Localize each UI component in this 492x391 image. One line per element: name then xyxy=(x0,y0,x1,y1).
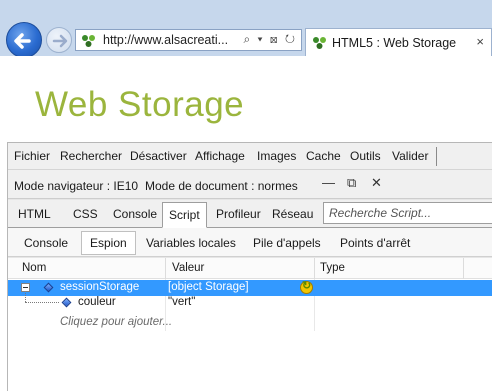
address-bar[interactable]: http://www.alsacreati... ⌕ ▾ ⊠ ↻ xyxy=(75,29,302,51)
developer-tools-panel: Fichier Rechercher Désactiver Affichage … xyxy=(7,142,492,391)
document-mode-dropdown[interactable]: Mode de document : normes xyxy=(145,179,298,193)
devtools-mode-bar: Mode navigateur : IE10 Mode de document … xyxy=(8,170,492,199)
close-icon[interactable]: ✕ xyxy=(371,175,382,191)
column-divider[interactable] xyxy=(314,258,315,279)
menu-fichier[interactable]: Fichier xyxy=(14,149,50,163)
menu-valider[interactable]: Valider xyxy=(392,149,428,163)
add-watch-prompt[interactable]: Cliquez pour ajouter... xyxy=(60,316,172,328)
watch-row-couleur[interactable]: couleur "vert" xyxy=(8,295,492,311)
watch-row-sessionstorage[interactable]: sessionStorage [object Storage] xyxy=(8,279,492,296)
arrow-left-icon xyxy=(14,33,31,49)
tab-title: HTML5 : Web Storage xyxy=(332,36,457,50)
browser-toolbar: http://www.alsacreati... ⌕ ▾ ⊠ ↻ HTML5 :… xyxy=(0,0,492,58)
menu-outils[interactable]: Outils xyxy=(350,149,381,163)
grid-header: Nom Valeur Type xyxy=(8,258,492,279)
column-header-type[interactable]: Type xyxy=(320,262,345,274)
column-header-valeur[interactable]: Valeur xyxy=(172,262,204,274)
devtools-tabs: HTML CSS Console Script Profileur Réseau… xyxy=(8,200,492,228)
subtab-espion[interactable]: Espion xyxy=(81,231,136,255)
menu-rechercher[interactable]: Rechercher xyxy=(60,149,122,163)
watch-value: "vert" xyxy=(168,296,196,308)
subtab-points-arret[interactable]: Points d'arrêt xyxy=(340,236,410,250)
property-icon xyxy=(61,297,72,308)
tab-script[interactable]: Script xyxy=(162,202,207,228)
address-url: http://www.alsacreati... xyxy=(103,33,229,47)
script-subtabs: Console Espion Variables locales Pile d'… xyxy=(8,228,492,257)
menu-cache[interactable]: Cache xyxy=(306,149,341,163)
script-search-input[interactable]: Recherche Script... xyxy=(323,202,492,224)
tab-reseau[interactable]: Réseau xyxy=(272,207,313,221)
tab-console[interactable]: Console xyxy=(113,207,157,221)
arrow-right-icon xyxy=(52,34,68,48)
menu-images[interactable]: Images xyxy=(257,149,296,163)
watch-name: sessionStorage xyxy=(60,281,140,293)
refresh-value-icon[interactable] xyxy=(300,279,313,294)
back-button[interactable] xyxy=(6,22,42,58)
subtab-pile-appels[interactable]: Pile d'appels xyxy=(253,236,321,250)
script-search-placeholder: Recherche Script... xyxy=(329,206,432,220)
tab-css[interactable]: CSS xyxy=(73,207,98,221)
site-favicon-icon xyxy=(82,35,95,47)
tab-html[interactable]: HTML xyxy=(18,207,51,221)
menu-affichage[interactable]: Affichage xyxy=(195,149,245,163)
page-content: Web Storage xyxy=(0,56,492,142)
forward-button[interactable] xyxy=(46,27,72,53)
address-tools-icons[interactable]: ⌕ ▾ ⊠ ↻ xyxy=(243,32,297,47)
tab-close-icon[interactable]: × xyxy=(476,34,484,49)
menu-separator xyxy=(436,147,437,166)
tab-profileur[interactable]: Profileur xyxy=(216,207,261,221)
restore-icon[interactable]: ⧉ xyxy=(347,175,356,191)
browser-mode-dropdown[interactable]: Mode navigateur : IE10 xyxy=(14,179,138,193)
watch-grid: Nom Valeur Type sessionStorage [object S… xyxy=(8,258,492,391)
watch-name: couleur xyxy=(78,296,116,308)
minimize-icon[interactable]: — xyxy=(322,175,335,190)
collapse-toggle-icon[interactable] xyxy=(21,283,30,292)
site-favicon-icon xyxy=(313,37,326,49)
subtab-console[interactable]: Console xyxy=(24,236,68,250)
watch-value: [object Storage] xyxy=(168,281,249,293)
browser-tab[interactable]: HTML5 : Web Storage × xyxy=(305,28,492,56)
page-heading: Web Storage xyxy=(35,85,245,124)
subtab-variables-locales[interactable]: Variables locales xyxy=(146,236,236,250)
menu-desactiver[interactable]: Désactiver xyxy=(130,149,187,163)
column-divider[interactable] xyxy=(165,258,166,279)
devtools-menubar: Fichier Rechercher Désactiver Affichage … xyxy=(8,143,492,170)
object-icon xyxy=(43,282,54,293)
column-header-nom[interactable]: Nom xyxy=(22,262,46,274)
column-divider[interactable] xyxy=(463,258,464,279)
